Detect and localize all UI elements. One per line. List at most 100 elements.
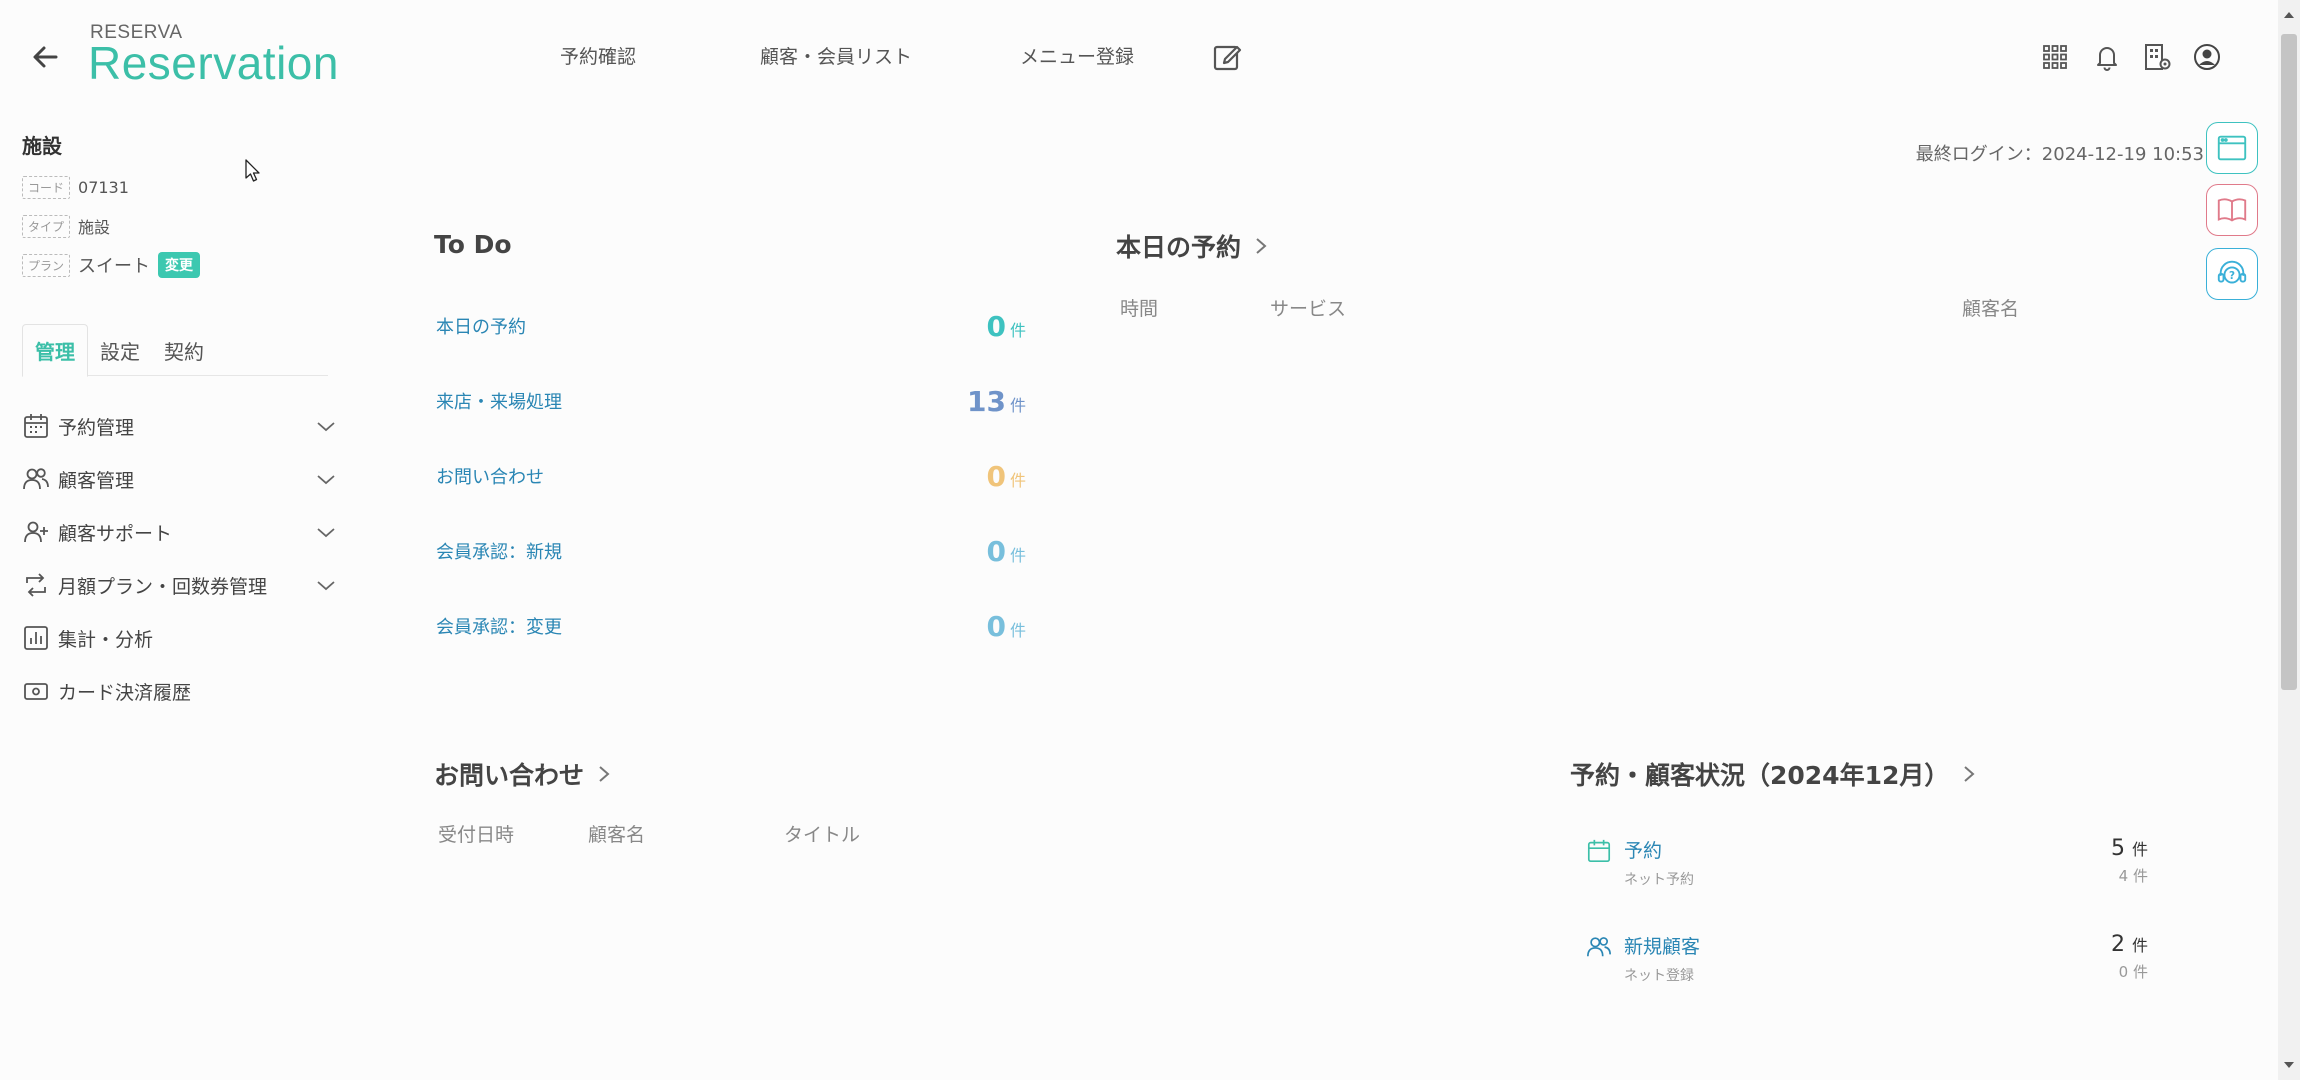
todo-link-member-approval-new[interactable]: 会員承認：新規 — [436, 538, 562, 564]
status-new-customers-sub-count: 0 — [2118, 963, 2129, 981]
nav-menu-registration[interactable]: メニュー登録 — [1020, 42, 1134, 69]
todo-title: To Do — [434, 230, 512, 259]
todo-row-member-approval-change: 会員承認：変更 0 件 — [436, 606, 1026, 646]
sidebar-item-label: 顧客管理 — [58, 469, 135, 492]
repeat-icon — [22, 571, 50, 599]
todo-count-unit: 件 — [1009, 320, 1026, 340]
chevron-right-icon — [1959, 762, 1979, 786]
todo-row-inquiries: お問い合わせ 0 件 — [436, 456, 1026, 496]
chevron-down-icon[interactable] — [314, 467, 338, 491]
inquiry-title-text: お問い合わせ — [434, 761, 585, 790]
sidebar-item-customer-management[interactable]: 顧客管理 — [22, 459, 342, 499]
unit-label: 件 — [2132, 963, 2148, 981]
facility-plan-row: プラン スイート 変更 — [22, 252, 201, 278]
sidebar-item-label: 顧客サポート — [58, 522, 173, 545]
calendar-icon — [1586, 838, 1614, 866]
status-reservations-sub-count: 4 — [2118, 867, 2129, 885]
tab-manage[interactable]: 管理 — [22, 324, 88, 377]
status-new-customers-sub: ネット登録 — [1624, 968, 1694, 984]
facility-type-row: タイプ 施設 — [22, 214, 110, 238]
todo-link-today-reservations[interactable]: 本日の予約 — [436, 313, 526, 339]
todo-link-inquiries[interactable]: お問い合わせ — [436, 463, 544, 489]
todo-count-number: 0 — [986, 609, 1006, 643]
mouse-cursor-icon — [244, 158, 262, 184]
sidebar-item-monthly-plan-ticket[interactable]: 月額プラン・回数券管理 — [22, 565, 342, 605]
chevron-down-icon[interactable] — [314, 414, 338, 438]
todo-title-text: To Do — [434, 230, 512, 259]
svg-text:?: ? — [2229, 270, 2235, 282]
bar-chart-icon — [22, 624, 50, 652]
sidebar-item-card-payment-history[interactable]: カード決済履歴 — [22, 671, 342, 711]
todo-row-today-reservations: 本日の予約 0 件 — [436, 306, 1026, 346]
inquiry-title[interactable]: お問い合わせ — [434, 756, 614, 792]
user-account-icon[interactable] — [2192, 42, 2222, 72]
edit-icon[interactable] — [1212, 42, 1242, 72]
nav-reservation-check[interactable]: 予約確認 — [560, 42, 636, 69]
plan-tag: プラン — [22, 253, 71, 277]
todo-row-visit-processing: 来店・来場処理 13 件 — [436, 381, 1026, 421]
bell-icon[interactable] — [2092, 42, 2122, 72]
todo-count-member-approval-change: 0件 — [987, 610, 1027, 643]
apps-grid-icon[interactable] — [2040, 42, 2070, 72]
status-new-customers-link[interactable]: 新規顧客 — [1624, 932, 2111, 959]
support-help-button[interactable]: ? — [2206, 248, 2258, 300]
sidebar-item-label: カード決済履歴 — [58, 681, 192, 704]
today-col-service: サービス — [1270, 298, 1347, 320]
chevron-down-icon[interactable] — [314, 520, 338, 544]
todo-count-visit-processing: 13 件 — [967, 385, 1026, 418]
type-value: 施設 — [78, 218, 111, 237]
todo-count-number: 0 — [986, 459, 1006, 493]
todo-count-unit: 件 — [1009, 620, 1026, 640]
status-title[interactable]: 予約・顧客状況（2024年12月） — [1570, 756, 1979, 792]
todo-count-number: 0 — [986, 534, 1006, 568]
browser-window-button[interactable] — [2206, 122, 2258, 174]
today-reservations-title[interactable]: 本日の予約 — [1116, 228, 1271, 264]
code-value: 07131 — [78, 178, 129, 197]
building-settings-icon[interactable] — [2142, 42, 2172, 72]
sidebar-item-label: 月額プラン・回数券管理 — [58, 575, 268, 598]
scroll-down-arrow-icon[interactable] — [2282, 1058, 2296, 1072]
tab-contract[interactable]: 契約 — [152, 324, 216, 376]
status-title-text: 予約・顧客状況（2024年12月） — [1570, 761, 1950, 790]
headset-help-icon: ? — [2215, 257, 2249, 291]
today-col-time: 時間 — [1120, 298, 1159, 320]
chevron-down-icon[interactable] — [314, 573, 338, 597]
sidebar-item-label: 予約管理 — [58, 416, 135, 439]
todo-count-inquiries: 0件 — [987, 460, 1027, 493]
scroll-up-arrow-icon[interactable] — [2282, 8, 2296, 22]
sidebar-item-reservation-management[interactable]: 予約管理 — [22, 406, 342, 446]
change-plan-button[interactable]: 変更 — [158, 252, 201, 278]
brand-logo[interactable]: Reservation — [88, 36, 339, 90]
todo-count-number: 0 — [986, 309, 1006, 343]
code-tag: コード — [22, 176, 71, 199]
scrollbar-thumb[interactable] — [2281, 34, 2297, 690]
today-col-customer: 顧客名 — [1962, 298, 2020, 320]
manual-book-button[interactable] — [2206, 184, 2258, 236]
browser-window-icon — [2215, 131, 2249, 165]
chevron-right-icon — [1251, 234, 1271, 258]
card-icon — [22, 677, 50, 705]
today-reservations-title-text: 本日の予約 — [1116, 233, 1242, 262]
unit-label: 件 — [2131, 936, 2148, 955]
plan-value: スイート — [78, 256, 151, 277]
todo-count-number: 13 — [967, 384, 1006, 418]
type-tag: タイプ — [22, 214, 71, 238]
todo-link-member-approval-change[interactable]: 会員承認：変更 — [436, 613, 562, 639]
sidebar-item-analytics[interactable]: 集計・分析 — [22, 618, 342, 658]
back-arrow-icon[interactable] — [28, 40, 62, 74]
facility-title: 施設 — [22, 134, 62, 158]
status-reservations-sub: ネット予約 — [1624, 872, 1694, 888]
users-icon — [22, 465, 50, 493]
inquiry-col-date: 受付日時 — [438, 824, 515, 846]
status-reservations-link[interactable]: 予約 — [1624, 836, 2111, 863]
todo-count-unit: 件 — [1009, 395, 1026, 415]
todo-link-visit-processing[interactable]: 来店・来場処理 — [436, 388, 562, 414]
unit-label: 件 — [2131, 840, 2148, 859]
todo-row-member-approval-new: 会員承認：新規 0 件 — [436, 531, 1026, 571]
inquiry-col-customer: 顧客名 — [588, 824, 646, 846]
status-reservations-count: 5 — [2110, 836, 2125, 861]
nav-customer-member-list[interactable]: 顧客・会員リスト — [760, 42, 912, 69]
sidebar-item-customer-support[interactable]: 顧客サポート — [22, 512, 342, 552]
sidebar-item-label: 集計・分析 — [58, 628, 154, 651]
tab-settings[interactable]: 設定 — [88, 324, 152, 376]
